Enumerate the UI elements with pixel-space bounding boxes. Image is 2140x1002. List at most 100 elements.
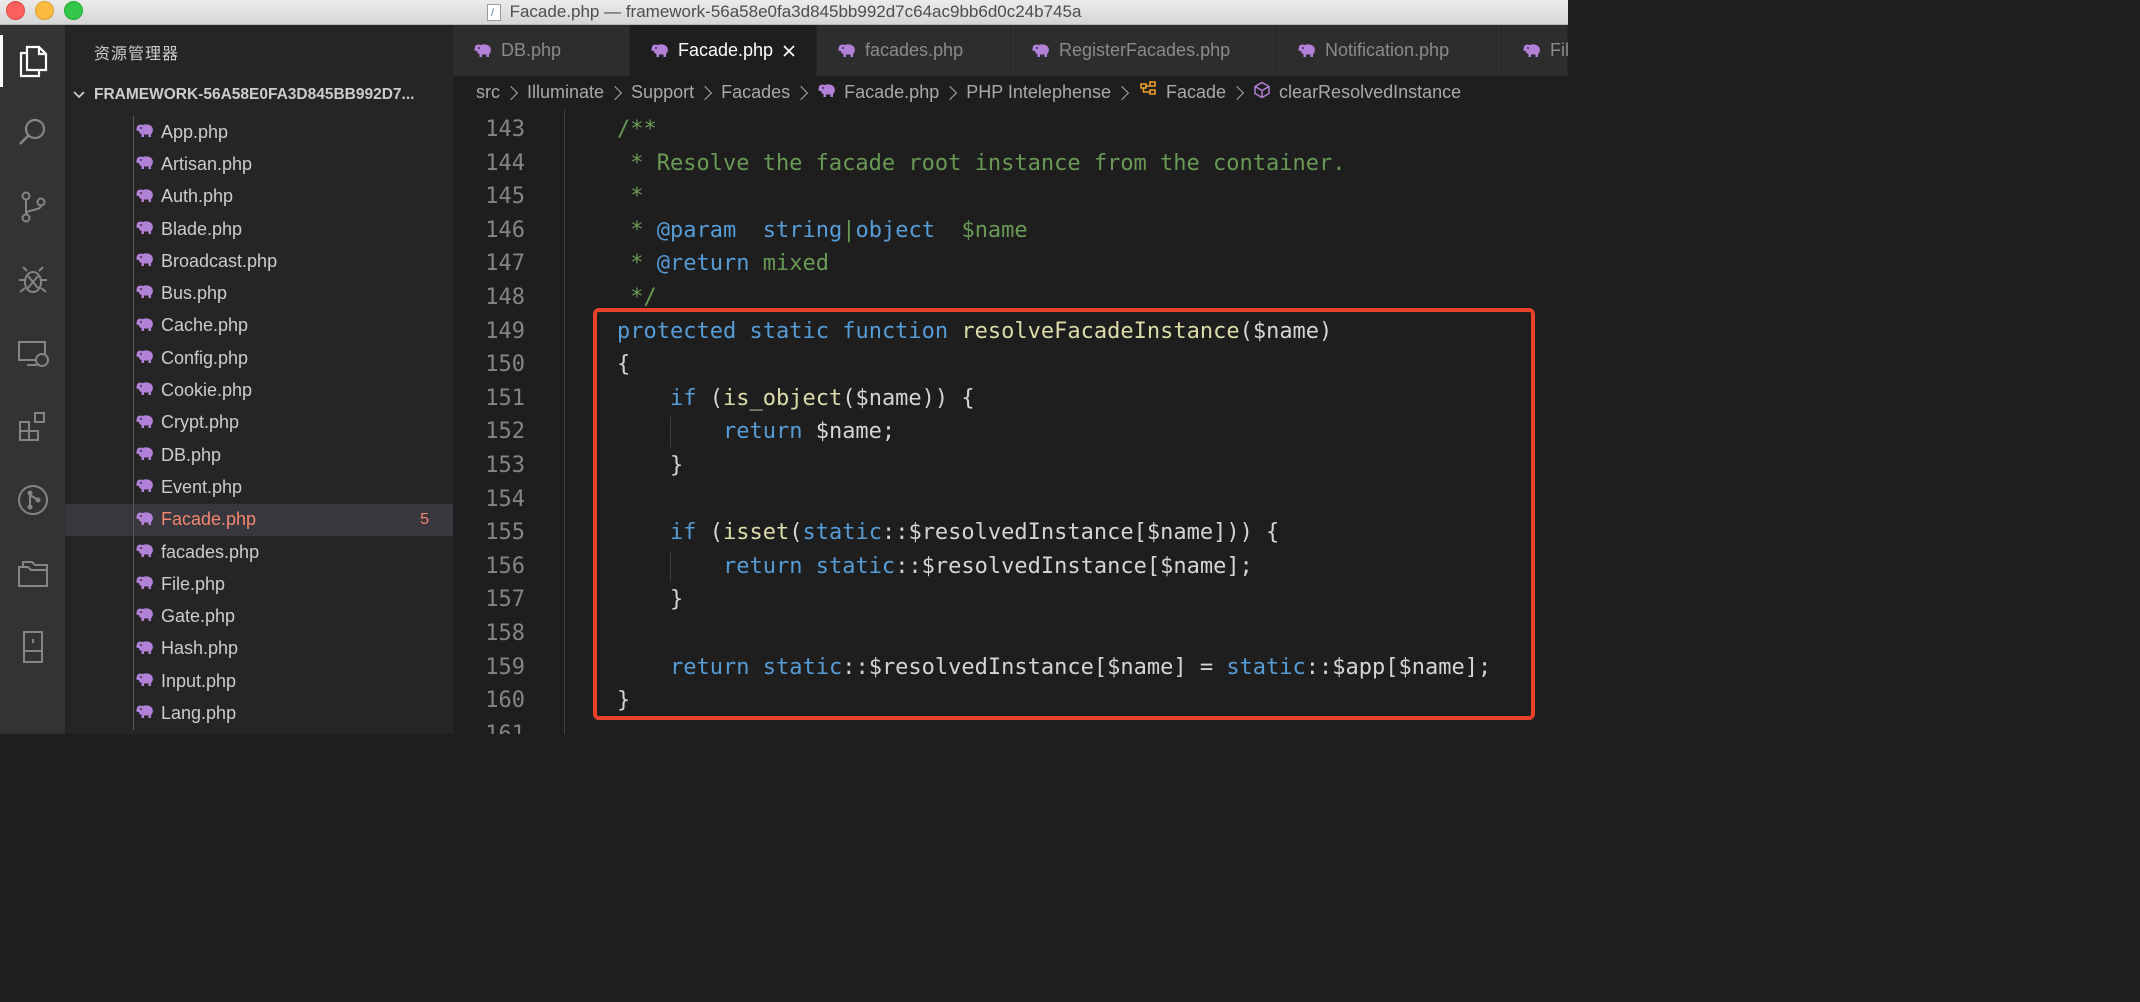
tree-indent-guide [133, 406, 134, 439]
breadcrumb-item[interactable]: src [476, 82, 500, 103]
file-tree-item[interactable]: Cookie.php [65, 374, 453, 407]
file-name: Facade.php [161, 509, 257, 530]
php-file-icon [135, 576, 154, 590]
file-name: Crypt.php [161, 412, 240, 433]
editor-tab[interactable]: Notification.php [1277, 25, 1502, 76]
code-line: 161 [453, 718, 1568, 734]
php-file-icon [837, 43, 856, 58]
breadcrumb-item[interactable]: Illuminate [527, 82, 604, 103]
device-activity-button[interactable] [0, 617, 65, 677]
line-number: 144 [485, 150, 525, 176]
php-file-icon [650, 43, 669, 58]
file-tree-item[interactable]: Cache.php [65, 309, 453, 343]
file-name: App.php [161, 121, 229, 142]
folders-icon [17, 561, 48, 587]
file-tree-item[interactable]: App.php [65, 116, 453, 149]
extensions-activity-button[interactable] [0, 396, 65, 456]
breadcrumb-label: Facade [1166, 82, 1227, 102]
line-number: 146 [485, 217, 525, 243]
source-control-activity-button[interactable] [0, 177, 65, 237]
file-icon [486, 3, 501, 21]
project-manager-activity-button[interactable] [0, 543, 65, 603]
remote-explorer-activity-button[interactable] [0, 323, 65, 383]
window-title-wrap: Facade.php — framework-56a58e0fa3d845bb9… [0, 0, 1568, 24]
file-tree-item[interactable]: Auth.php [65, 180, 453, 213]
breadcrumb-item[interactable]: PHP Intelephense [966, 82, 1111, 103]
tab-label: RegisterFacades.php [1059, 40, 1231, 60]
file-tree-item[interactable]: Gate.php [65, 600, 453, 633]
explorer-activity-button[interactable] [0, 31, 65, 91]
chevron-right-icon [503, 85, 519, 100]
code-text: * [617, 184, 644, 210]
title-bar: Facade.php — framework-56a58e0fa3d845bb9… [0, 0, 1568, 25]
line-number: 151 [485, 385, 525, 411]
file-tree-item[interactable]: Broadcast.php [65, 245, 453, 278]
breadcrumb: src Illuminate Support Facades Facade.php PHP… [453, 76, 1568, 109]
file-name: Bus.php [161, 283, 228, 304]
php-file-icon [135, 673, 154, 687]
line-number: 159 [485, 654, 525, 680]
editor-tab[interactable]: RegisterFacades.php [1011, 25, 1277, 76]
tree-indent-guide [133, 503, 134, 536]
breadcrumb-item[interactable]: Facade.php [817, 82, 939, 103]
debug-activity-button[interactable] [0, 250, 65, 310]
close-icon[interactable] [782, 44, 796, 58]
php-file-icon [1297, 43, 1316, 58]
php-file-icon [135, 221, 154, 235]
file-tree-item[interactable]: DB.php [65, 438, 453, 472]
file-tree-item[interactable]: Artisan.php [65, 148, 453, 181]
chevron-right-icon [1229, 85, 1245, 100]
breadcrumb-item[interactable]: Facade [1138, 81, 1226, 104]
file-tree-item[interactable]: File.php [65, 568, 453, 601]
tab-label: DB.php [501, 40, 562, 60]
code-editor[interactable]: 143 /** 144 * Resolve the facade root inst… [453, 109, 1568, 734]
line-number: 158 [485, 621, 525, 646]
device-icon [22, 631, 43, 663]
file-name: Lang.php [161, 702, 237, 723]
search-activity-button[interactable] [0, 103, 65, 163]
explorer-sidebar: 资源管理器 FRAMEWORK-56A58E0FA3D845BB992D7...… [65, 25, 453, 734]
workspace-folder-header[interactable]: FRAMEWORK-56A58E0FA3D845BB992D7... [65, 80, 453, 110]
chevron-right-icon [698, 85, 713, 100]
file-tree-item[interactable]: Event.php [65, 471, 453, 504]
file-tree: App.php Artisan.php Auth.php Blade.php Broad… [65, 116, 453, 730]
editor-tab[interactable]: facades.php [817, 25, 1011, 76]
editor-tab[interactable]: Facade.php [630, 25, 817, 76]
file-name: DB.php [161, 444, 222, 465]
php-file-icon [135, 188, 154, 203]
php-file-icon [135, 350, 154, 364]
file-tree-item[interactable]: Config.php [65, 342, 453, 375]
php-file-icon [817, 82, 836, 103]
file-name: Input.php [161, 670, 237, 691]
git-graph-activity-button[interactable] [0, 470, 65, 530]
file-name: Event.php [161, 476, 243, 497]
tree-indent-guide [133, 374, 134, 407]
breadcrumb-item[interactable]: Facades [721, 82, 790, 103]
file-tree-item[interactable]: Lang.php [65, 697, 453, 730]
tab-label: Fil [1550, 40, 1568, 60]
code-line: 144 * Resolve the facade root instance f… [453, 147, 1568, 181]
file-tree-item[interactable]: Blade.php [65, 212, 453, 246]
file-name: Artisan.php [161, 153, 253, 174]
file-tree-item[interactable]: facades.php [65, 535, 453, 569]
file-name: Blade.php [161, 218, 243, 239]
indent-guide [670, 417, 671, 447]
indent-guide [670, 551, 671, 582]
breadcrumb-label: clearResolvedInstance [1279, 82, 1462, 102]
editor-tab-bar: DB.php Facade.php facades.php RegisterFacad… [453, 25, 1568, 76]
file-tree-item[interactable]: Facade.php 5 [65, 503, 453, 536]
editor-tab[interactable]: DB.php [453, 25, 630, 76]
breadcrumb-label: Support [631, 82, 695, 102]
line-number: 150 [485, 352, 525, 378]
file-name: Config.php [161, 347, 249, 368]
tree-indent-guide [133, 212, 134, 246]
breadcrumb-item[interactable]: Support [631, 82, 694, 103]
tree-indent-guide [133, 600, 134, 633]
file-tree-item[interactable]: Input.php [65, 665, 453, 698]
file-tree-item[interactable]: Hash.php [65, 632, 453, 666]
editor-tab[interactable]: Fil [1502, 25, 1568, 76]
file-tree-item[interactable]: Bus.php [65, 277, 453, 310]
php-file-icon [135, 447, 154, 461]
file-tree-item[interactable]: Crypt.php [65, 406, 453, 439]
breadcrumb-item[interactable]: clearResolvedInstance [1253, 81, 1461, 104]
